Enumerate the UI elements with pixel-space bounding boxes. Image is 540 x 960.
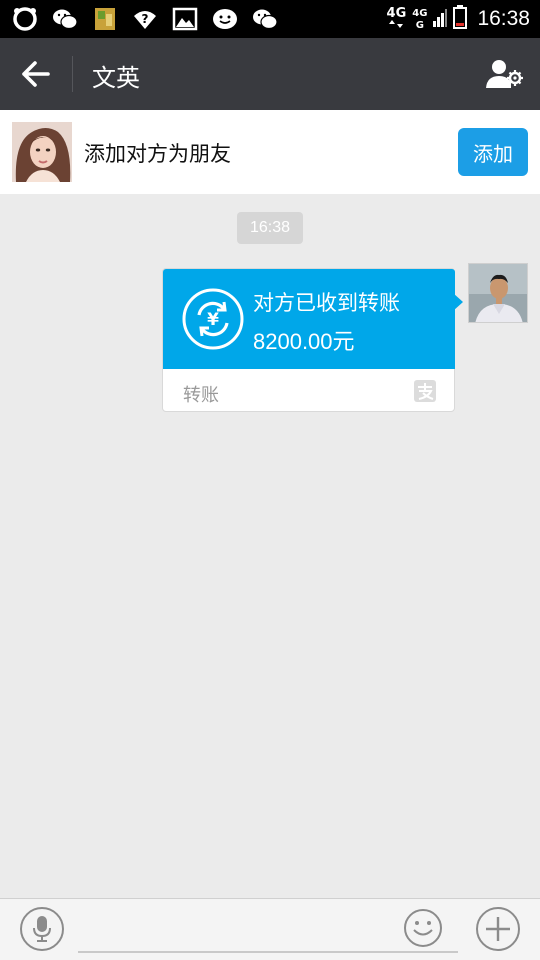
plus-icon <box>486 917 510 941</box>
wifi-question-icon: ? <box>132 6 158 32</box>
transfer-card-header: ¥ 对方已收到转账 8200.00元 <box>163 269 455 369</box>
transfer-label: 转账 <box>183 385 219 406</box>
sd-card-icon <box>92 6 118 32</box>
signal-icon <box>433 7 448 31</box>
emoji-button[interactable] <box>404 909 442 947</box>
add-friend-button[interactable]: 添加 <box>458 128 528 176</box>
user-settings-icon <box>486 60 523 88</box>
circle-app-icon <box>12 6 38 32</box>
transfer-message[interactable]: ¥ 对方已收到转账 8200.00元 转账 <box>162 268 463 412</box>
arrow-left-icon <box>22 61 50 87</box>
more-options-button[interactable] <box>476 907 520 951</box>
title-bar: 文英 <box>0 38 540 110</box>
status-bar: ? 4G 4G G 16:38 <box>0 0 540 38</box>
transfer-status: 对方已收到转账 <box>253 291 400 315</box>
contact-avatar[interactable] <box>12 122 72 182</box>
clock: 16:38 <box>477 7 530 30</box>
back-button[interactable] <box>16 54 56 94</box>
battery-icon <box>453 5 468 33</box>
voice-input-button[interactable] <box>20 907 64 951</box>
transfer-amount: 8200.00元 <box>253 329 355 354</box>
svg-text:¥: ¥ <box>207 310 219 330</box>
header-divider <box>72 56 73 92</box>
network-label-sub: G <box>415 20 424 31</box>
smile-icon <box>413 921 433 936</box>
my-avatar[interactable] <box>468 263 528 323</box>
chat-info-button[interactable] <box>484 54 526 94</box>
network-label-secondary: 4G <box>412 8 428 19</box>
chat-title: 文英 <box>92 64 140 92</box>
network-label-primary: 4G <box>386 6 407 21</box>
data-arrows-icon <box>389 20 404 28</box>
bubble-tail <box>453 293 463 311</box>
network-type: 4G <box>386 6 407 30</box>
network-type-secondary: 4G G <box>412 7 427 31</box>
yuan-refresh-icon: ¥ <box>182 288 244 350</box>
message-input[interactable] <box>78 951 458 953</box>
input-bar <box>0 898 540 960</box>
alipay-icon <box>414 380 436 402</box>
wechat-icon <box>252 6 278 32</box>
notification-icons: ? <box>12 6 278 32</box>
svg-text:?: ? <box>142 12 149 26</box>
emoji-notify-icon <box>212 6 238 32</box>
mic-icon <box>33 916 51 942</box>
wechat-icon <box>52 6 78 32</box>
message-timestamp: 16:38 <box>237 212 303 244</box>
add-friend-banner: 添加对方为朋友 添加 <box>0 110 540 194</box>
gallery-icon <box>172 6 198 32</box>
add-friend-prompt: 添加对方为朋友 <box>84 142 231 166</box>
status-right: 4G 4G G 16:38 <box>387 0 530 38</box>
